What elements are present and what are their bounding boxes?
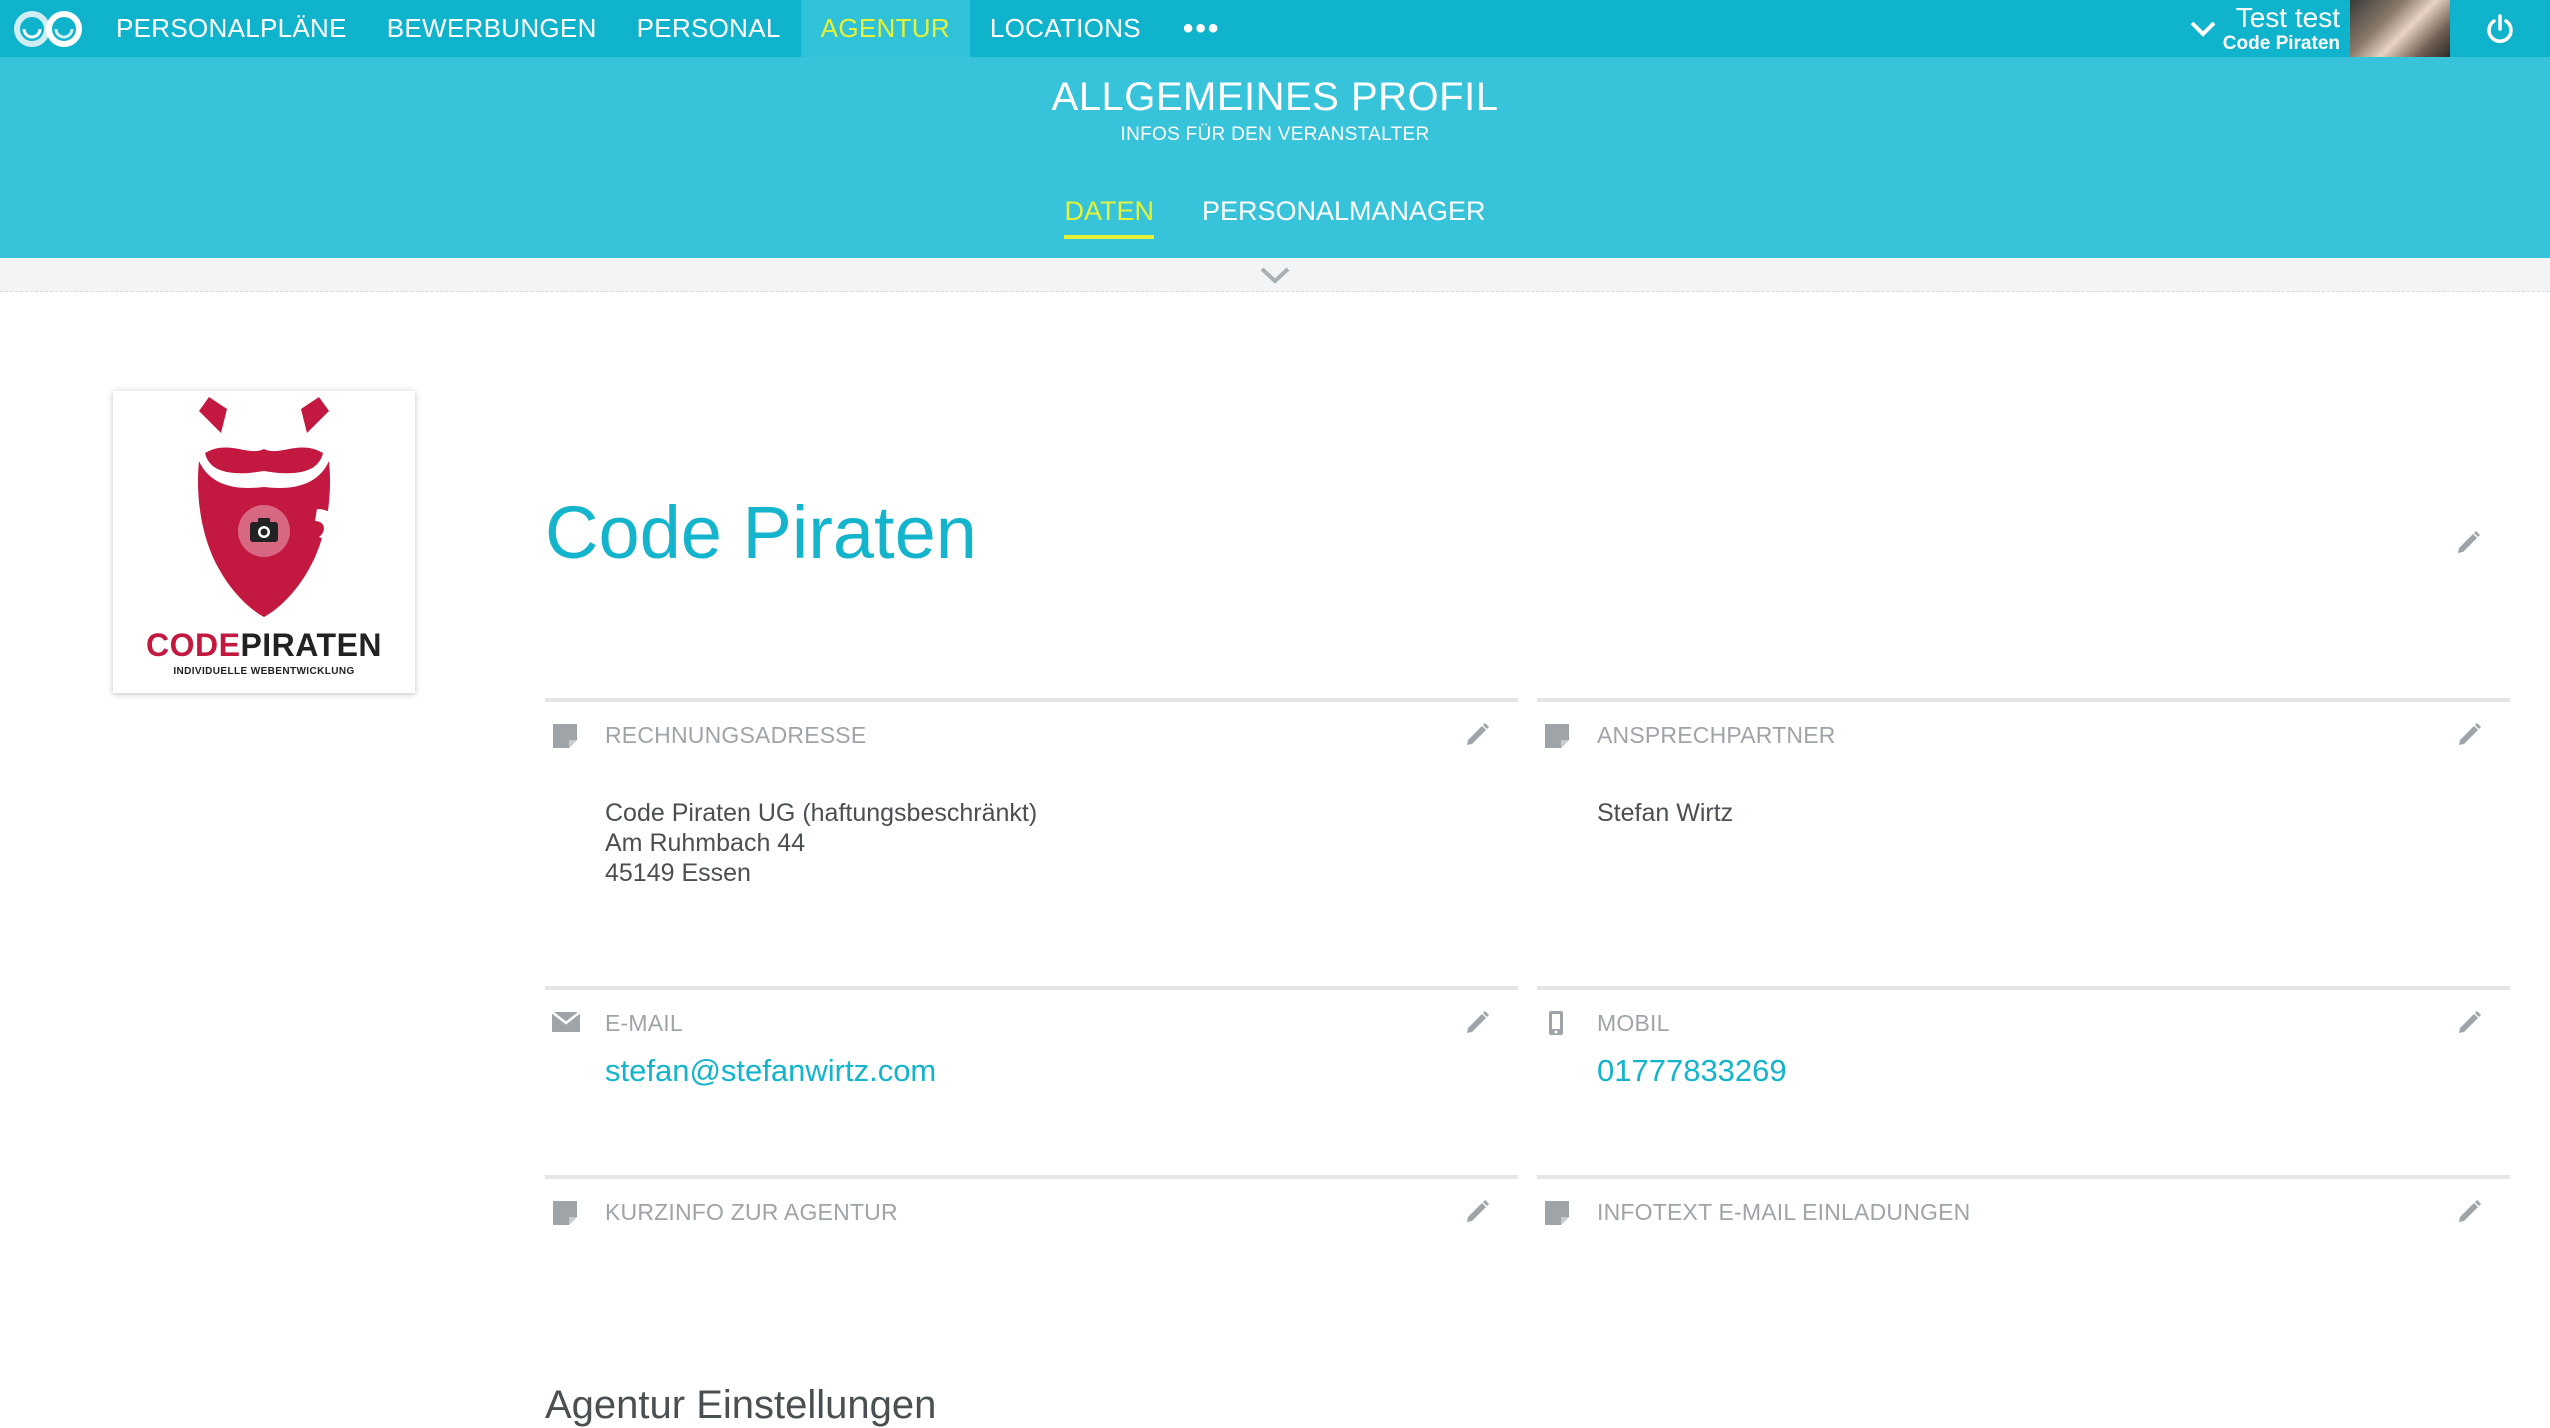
avatar[interactable]	[2350, 0, 2450, 57]
contact-person-value: Stefan Wirtz	[1597, 799, 1734, 827]
profile-header: ALLGEMEINES PROFIL INFOS FÜR DEN VERANST…	[0, 57, 2550, 258]
contact-person-label: ANSPRECHPARTNER	[1597, 722, 1836, 748]
nav-item-agentur[interactable]: AGENTUR	[800, 0, 970, 57]
billing-address-field: RECHNUNGSADRESSE Code Piraten UG (haftun…	[545, 698, 1518, 978]
invite-text-label: INFOTEXT E-MAIL EINLADUNGEN	[1597, 1199, 1971, 1225]
main-nav: PERSONALPLÄNE BEWERBUNGEN PERSONAL AGENT…	[96, 0, 1242, 57]
edit-invite-text-pencil-icon[interactable]	[2456, 1197, 2484, 1230]
nav-item-bewerbungen[interactable]: BEWERBUNGEN	[367, 0, 617, 57]
app-logo-icon[interactable]	[0, 0, 96, 57]
collapse-header-toggle[interactable]	[0, 258, 2550, 292]
nav-item-personalplaene[interactable]: PERSONALPLÄNE	[96, 0, 367, 57]
company-logo-card[interactable]: CODEPIRATEN INDIVIDUELLE WEBENTWICKLUNG	[113, 391, 415, 693]
edit-billing-address-pencil-icon[interactable]	[1464, 720, 1492, 753]
company-name: Code Piraten	[545, 491, 977, 574]
note-icon	[1543, 1199, 1571, 1232]
envelope-icon	[551, 1010, 581, 1039]
tab-daten[interactable]: DATEN	[1064, 196, 1154, 239]
short-info-label: KURZINFO ZUR AGENTUR	[605, 1199, 898, 1225]
billing-address-label: RECHNUNGSADRESSE	[605, 722, 867, 748]
note-icon	[551, 722, 579, 755]
email-label: E-MAIL	[605, 1010, 683, 1036]
pirate-beard-logo-icon	[197, 397, 340, 617]
user-name: Test test	[2235, 2, 2340, 33]
invite-text-field: INFOTEXT E-MAIL EINLADUNGEN	[1537, 1175, 2510, 1355]
more-menu-icon[interactable]: •••	[1161, 0, 1243, 57]
profile-tabs: DATEN PERSONALMANAGER	[0, 196, 2550, 239]
billing-address-value: Code Piraten UG (haftungsbeschränkt) Am …	[605, 799, 1038, 887]
nav-item-personal[interactable]: PERSONAL	[617, 0, 801, 57]
edit-company-name-pencil-icon[interactable]	[2455, 528, 2483, 561]
edit-short-info-pencil-icon[interactable]	[1464, 1197, 1492, 1230]
edit-mobile-pencil-icon[interactable]	[2456, 1008, 2484, 1041]
logo-tagline: INDIVIDUELLE WEBENTWICKLUNG	[173, 666, 355, 677]
note-icon	[551, 1199, 579, 1232]
email-field: E-MAIL stefan@stefanwirtz.com	[545, 986, 1518, 1166]
user-info[interactable]: Test test Code Piraten	[2222, 2, 2350, 54]
mobile-phone-icon	[1547, 1010, 1565, 1041]
user-menu-chevron-down-icon[interactable]	[2183, 0, 2223, 57]
edit-email-pencil-icon[interactable]	[1464, 1008, 1492, 1041]
short-info-field: KURZINFO ZUR AGENTUR	[545, 1175, 1518, 1355]
page-title: ALLGEMEINES PROFIL	[1051, 75, 1499, 119]
power-logout-icon[interactable]	[2450, 0, 2550, 57]
logo-wordmark: CODEPIRATEN	[145, 627, 383, 663]
contact-person-field: ANSPRECHPARTNER Stefan Wirtz	[1537, 698, 2510, 978]
note-icon	[1543, 722, 1571, 755]
chevron-down-icon	[1260, 267, 1290, 284]
tab-personalmanager[interactable]: PERSONALMANAGER	[1202, 196, 1486, 239]
email-link[interactable]: stefan@stefanwirtz.com	[605, 1053, 936, 1089]
user-company: Code Piraten	[2222, 33, 2340, 54]
mobile-field: MOBIL 01777833269	[1537, 986, 2510, 1166]
mobile-link[interactable]: 01777833269	[1597, 1053, 1787, 1089]
top-navigation-bar: PERSONALPLÄNE BEWERBUNGEN PERSONAL AGENT…	[0, 0, 2550, 57]
mobile-label: MOBIL	[1597, 1010, 1670, 1036]
edit-contact-person-pencil-icon[interactable]	[2456, 720, 2484, 753]
nav-item-locations[interactable]: LOCATIONS	[970, 0, 1161, 57]
page-subtitle: INFOS FÜR DEN VERANSTALTER	[1120, 124, 1430, 145]
user-area: Test test Code Piraten	[2183, 0, 2550, 57]
